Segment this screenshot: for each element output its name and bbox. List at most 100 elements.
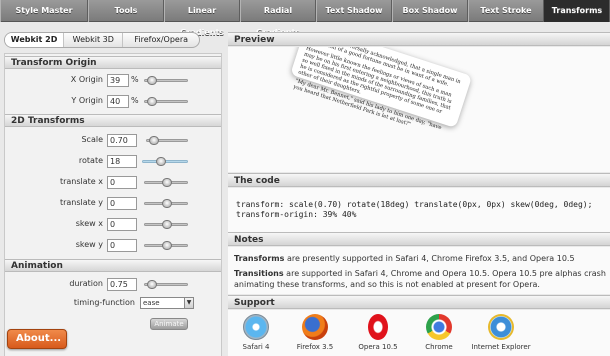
tab-linear-gradients[interactable]: Linear Gradients [164,0,240,37]
x-origin-input[interactable]: 39 [107,74,129,87]
tab-style-master[interactable]: Style Master [0,0,88,22]
preview-card: It is a truth universally acknowledged, … [290,47,473,131]
chevron-down-icon[interactable]: ▼ [184,298,193,308]
duration-row: duration 0.75 [5,278,221,292]
translate-y-input[interactable]: 0 [107,197,137,210]
rotate-input[interactable]: 18 [107,155,137,168]
translate-y-row: translate y 0 [5,197,221,211]
code-area: transform: scale(0.70) rotate(18deg) tra… [228,188,610,232]
rotate-label: rotate [78,156,103,165]
note-transitions: Transitions are supported in Safari 4, C… [234,268,606,290]
translate-x-slider-knob[interactable] [162,178,172,187]
animate-button[interactable]: Animate [150,318,188,330]
rotate-slider[interactable] [142,157,188,166]
x-origin-label: X Origin [70,75,103,84]
browser-label: Internet Explorer [471,343,531,351]
top-nav: Style Master Tools Linear Gradients Radi… [0,0,610,37]
duration-slider-knob[interactable] [147,280,157,289]
scale-label: Scale [81,135,103,144]
support-area: Safari 4 Firefox 3.5 Opera 10.5 Chrome I… [228,310,610,356]
notes-area: Transforms are presently supported in Sa… [228,247,610,294]
tab-text-stroke[interactable]: Text Stroke [468,0,544,22]
chrome-icon [426,314,452,340]
safari-icon [243,314,269,340]
browser-label: Firefox 3.5 [296,343,334,351]
translate-y-slider[interactable] [144,199,188,208]
translate-y-label: translate y [59,198,103,207]
browser-label: Chrome [425,343,453,351]
translate-x-label: translate x [59,177,103,186]
browser-opera: Opera 10.5 [353,314,403,351]
scale-slider-knob[interactable] [149,136,159,145]
subtab-firefox-opera[interactable]: Firefox/Opera [123,33,199,47]
y-origin-slider[interactable] [144,97,188,106]
duration-input[interactable]: 0.75 [107,278,137,291]
skew-y-row: skew y 0 [5,239,221,253]
skew-x-slider-knob[interactable] [162,220,172,229]
y-origin-unit: % [131,96,139,105]
y-origin-label: Y Origin [71,96,103,105]
opera-icon [368,314,388,340]
timing-function-row: timing-function ease ▼ [5,297,221,311]
timing-function-select[interactable]: ease ▼ [140,297,194,309]
controls-panel: Webkit 2D Webkit 3D Firefox/Opera Transf… [4,32,222,356]
y-origin-input[interactable]: 40 [107,95,129,108]
engine-subtabs: Webkit 2D Webkit 3D Firefox/Opera [4,32,200,48]
notes-header: Notes [228,232,610,246]
controls-body: Transform Origin X Origin 39 % Y Origin … [4,53,222,356]
scale-slider[interactable] [146,136,188,145]
tab-box-shadow[interactable]: Box Shadow [392,0,468,22]
timing-function-value: ease [143,299,160,307]
skew-x-label: skew x [75,219,103,228]
browser-firefox: Firefox 3.5 [290,314,340,351]
browser-ie: Internet Explorer [471,314,531,351]
duration-slider[interactable] [144,280,188,289]
x-origin-row: X Origin 39 % [5,74,221,88]
rotate-row: rotate 18 [5,155,221,169]
browser-chrome: Chrome [414,314,464,351]
browser-label: Opera 10.5 [358,343,398,351]
skew-x-slider[interactable] [144,220,188,229]
x-origin-slider[interactable] [144,76,188,85]
support-header: Support [228,295,610,309]
note-transforms: Transforms are presently supported in Sa… [234,253,606,264]
x-origin-unit: % [131,75,139,84]
preview-header: Preview [228,32,610,46]
tab-tools[interactable]: Tools [88,0,164,22]
rotate-slider-knob[interactable] [156,157,166,166]
ie-icon [488,314,514,340]
scale-input[interactable]: 0.70 [107,134,137,147]
section-animation: Animation [5,259,221,272]
skew-x-row: skew x 0 [5,218,221,232]
skew-y-slider[interactable] [144,241,188,250]
translate-x-input[interactable]: 0 [107,176,137,189]
skew-y-slider-knob[interactable] [162,241,172,250]
tab-text-shadow[interactable]: Text Shadow [316,0,392,22]
scale-row: Scale 0.70 [5,134,221,148]
browser-label: Safari 4 [242,343,270,351]
subtab-webkit-2d[interactable]: Webkit 2D [5,33,65,47]
tab-transforms[interactable]: Transforms [544,0,610,22]
note-transitions-title: Transitions [234,269,284,278]
skew-x-input[interactable]: 0 [107,218,137,231]
firefox-icon [302,314,328,340]
note-transitions-text: are supported in Safari 4, Chrome and Op… [234,269,606,289]
tab-radial-gradients[interactable]: Radial Gradients [240,0,316,37]
section-transform-origin: Transform Origin [5,56,221,69]
translate-x-row: translate x 0 [5,176,221,190]
x-origin-slider-knob[interactable] [147,76,157,85]
skew-y-input[interactable]: 0 [107,239,137,252]
note-transforms-text: are presently supported in Safari 4, Chr… [284,254,575,263]
y-origin-row: Y Origin 40 % [5,95,221,109]
subtab-webkit-3d[interactable]: Webkit 3D [64,33,124,47]
translate-x-slider[interactable] [144,178,188,187]
translate-y-slider-knob[interactable] [162,199,172,208]
output-panel: Preview It is a truth universally acknow… [228,32,610,356]
code-output: transform: scale(0.70) rotate(18deg) tra… [236,200,593,219]
section-2d-transforms: 2D Transforms [5,114,221,127]
y-origin-slider-knob[interactable] [147,97,157,106]
about-button[interactable]: About... [7,329,67,349]
note-transforms-title: Transforms [234,254,285,263]
browser-safari: Safari 4 [231,314,281,351]
browser-list: Safari 4 Firefox 3.5 Opera 10.5 Chrome I… [228,310,610,356]
